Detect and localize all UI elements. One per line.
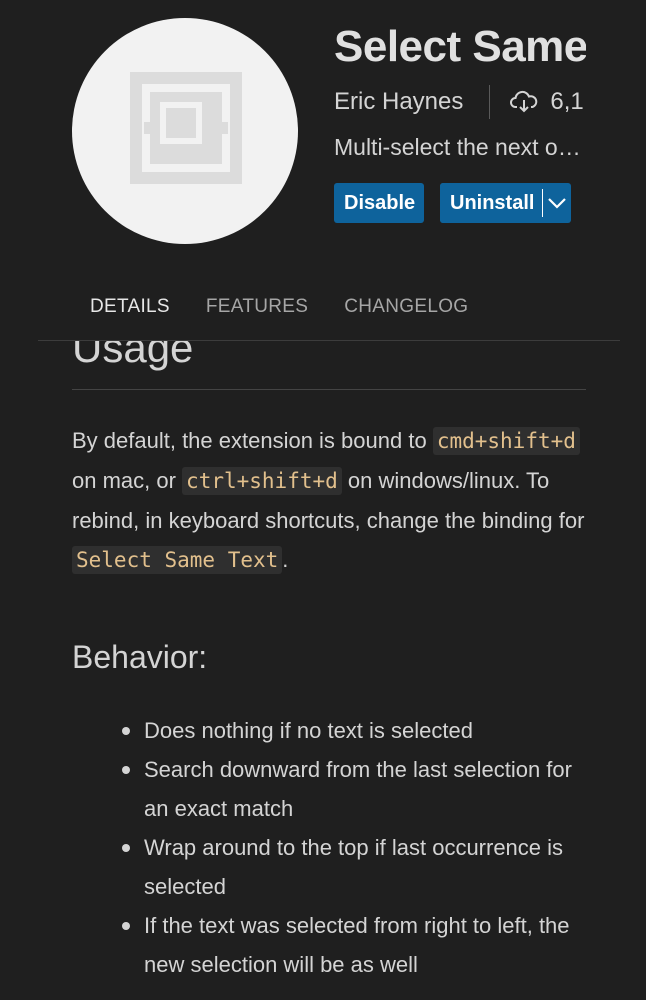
list-item: If the text was selected from right to l… xyxy=(122,906,586,984)
extension-description: Multi-select the next occurrence of the … xyxy=(334,134,584,160)
install-count: 6,1 xyxy=(510,88,584,116)
bullet-icon xyxy=(122,844,130,852)
list-item: Wrap around to the top if last occurrenc… xyxy=(122,828,586,906)
extension-header: Select Same Text Eric Haynes 6,1 Multi-s… xyxy=(0,0,646,340)
windows-shortcut-code: ctrl+shift+d xyxy=(182,467,342,495)
uninstall-button[interactable]: Uninstall xyxy=(440,183,543,223)
tab-features[interactable]: FEATURES xyxy=(206,296,308,318)
mac-shortcut-code: cmd+shift+d xyxy=(432,427,580,455)
bullet-icon xyxy=(122,766,130,774)
usage-text-4: . xyxy=(282,547,289,572)
uninstall-dropdown-button[interactable] xyxy=(543,183,571,223)
list-item: Search downward from the last selection … xyxy=(122,750,586,828)
usage-text-1: By default, the extension is bound to xyxy=(72,428,433,453)
select-same-logo-icon xyxy=(130,72,242,184)
publisher-row: Eric Haynes 6,1 xyxy=(334,84,586,120)
install-count-value: 6,1 xyxy=(550,88,584,115)
list-item-text: Wrap around to the top if last occurrenc… xyxy=(144,835,564,899)
command-name-code: Select Same Text xyxy=(72,546,283,574)
list-item: Does nothing if no text is selected xyxy=(122,711,586,750)
heading-rule xyxy=(72,389,586,390)
cloud-download-icon xyxy=(510,90,538,113)
extension-meta: Select Same Text Eric Haynes 6,1 Multi-s… xyxy=(334,18,586,223)
bullet-icon xyxy=(122,727,130,735)
usage-text-2: on mac, or xyxy=(72,468,183,493)
usage-heading: Usage xyxy=(72,341,194,371)
list-item-text: If the text was selected from right to l… xyxy=(144,913,570,977)
action-buttons: Disable Uninstall xyxy=(334,183,586,223)
uninstall-button-group: Uninstall xyxy=(440,183,572,223)
divider xyxy=(489,85,491,119)
readme-content: Usage By default, the extension is bound… xyxy=(72,341,586,1000)
tab-changelog[interactable]: CHANGELOG xyxy=(344,296,468,318)
behavior-list: Does nothing if no text is selected Sear… xyxy=(122,711,586,984)
list-item-text: Does nothing if no text is selected xyxy=(144,718,473,743)
extension-title: Select Same Text xyxy=(334,22,586,71)
detail-tabs: DETAILS FEATURES CHANGELOG xyxy=(90,296,504,318)
bullet-icon xyxy=(122,922,130,930)
chevron-down-icon xyxy=(548,198,567,209)
disable-button[interactable]: Disable xyxy=(334,183,424,223)
list-item-text: Search downward from the last selection … xyxy=(144,757,572,821)
extension-logo xyxy=(72,18,298,244)
usage-paragraph: By default, the extension is bound to cm… xyxy=(72,421,586,580)
publisher-link[interactable]: Eric Haynes xyxy=(334,88,463,116)
tab-details[interactable]: DETAILS xyxy=(90,296,170,318)
behavior-heading: Behavior: xyxy=(72,639,208,675)
